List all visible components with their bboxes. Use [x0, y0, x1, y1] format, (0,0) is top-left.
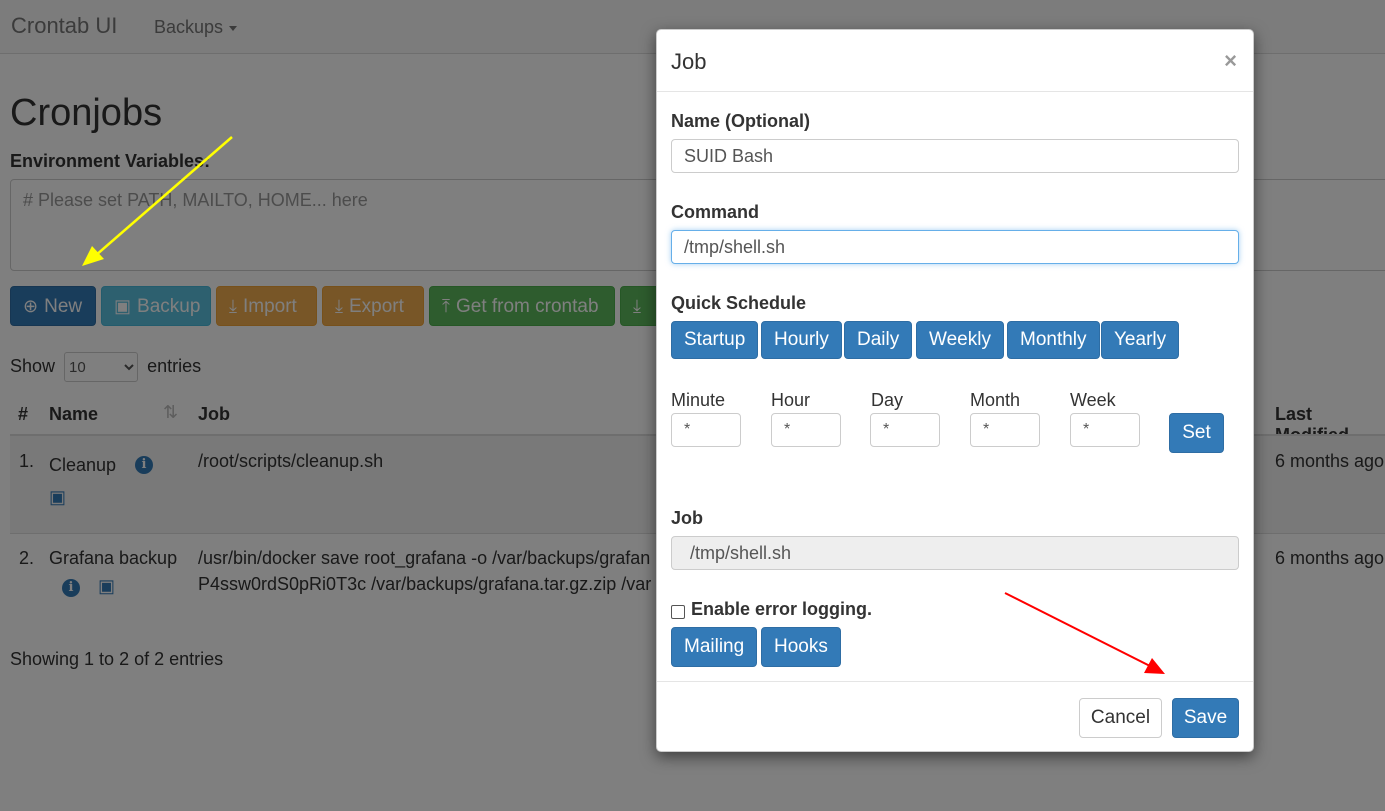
month-label: Month [970, 390, 1021, 410]
monthly-button[interactable]: Monthly [1007, 321, 1100, 359]
job-label: Job [671, 508, 704, 528]
weekly-button[interactable]: Weekly [916, 321, 1004, 359]
job-preview [671, 536, 1239, 570]
yearly-button[interactable]: Yearly [1101, 321, 1180, 359]
command-input[interactable] [671, 230, 1239, 264]
hooks-button[interactable]: Hooks [761, 627, 841, 667]
startup-button[interactable]: Startup [671, 321, 759, 359]
day-label: Day [871, 390, 904, 410]
modal-footer: Cancel Save [657, 681, 1253, 753]
name-label: Name (Optional) [671, 111, 811, 131]
modal-title: Job [671, 49, 707, 74]
save-button[interactable]: Save [1172, 698, 1239, 738]
daily-button[interactable]: Daily [844, 321, 913, 359]
modal-header: Job × [657, 30, 1253, 92]
quick-schedule-label: Quick Schedule [671, 293, 807, 313]
week-input[interactable] [1070, 413, 1140, 447]
mailing-button[interactable]: Mailing [671, 627, 758, 667]
day-input[interactable] [870, 413, 940, 447]
month-input[interactable] [970, 413, 1040, 447]
week-label: Week [1070, 390, 1116, 410]
name-input[interactable] [671, 139, 1239, 173]
command-label: Command [671, 202, 760, 222]
hour-label: Hour [771, 390, 811, 410]
hourly-button[interactable]: Hourly [761, 321, 842, 359]
minute-input[interactable] [671, 413, 741, 447]
minute-label: Minute [671, 390, 726, 410]
close-icon[interactable]: × [1224, 48, 1237, 74]
error-logging-checkbox[interactable] [671, 605, 685, 619]
hour-input[interactable] [771, 413, 841, 447]
set-button[interactable]: Set [1169, 413, 1224, 453]
error-logging-label[interactable]: Enable error logging. [691, 599, 872, 620]
cancel-button[interactable]: Cancel [1079, 698, 1162, 738]
job-modal: Job × Name (Optional) Command Quick Sche… [656, 29, 1254, 752]
